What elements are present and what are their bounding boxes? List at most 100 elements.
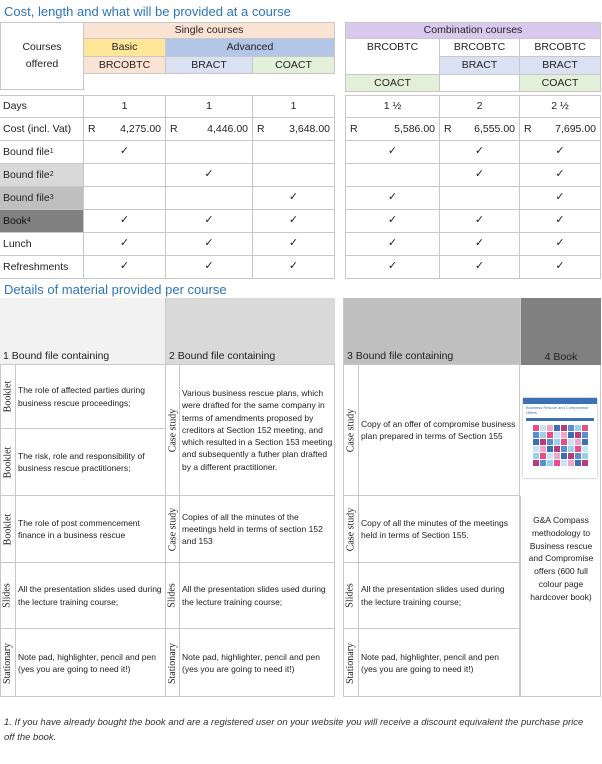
cover-tile (554, 438, 560, 445)
row-label-lunch: Lunch (0, 233, 84, 256)
currency-symbol: R (170, 122, 178, 135)
cost-value: 4,275.00 (120, 122, 161, 135)
label-slides-2: Slides (166, 563, 180, 629)
tick-refresh-bract: ✓ (166, 256, 253, 279)
tick-bf3-combo1: ✓ (345, 187, 440, 210)
cover-tile (547, 431, 553, 438)
label-booklet-1: Booklet (0, 365, 16, 429)
label-case-study-3a: Case study (343, 365, 359, 496)
empty-cell (440, 187, 520, 210)
cost-value: 4,446.00 (207, 122, 248, 135)
cover-tile (568, 445, 574, 452)
tick-lunch-basic: ✓ (84, 233, 166, 256)
tick-refresh-coact: ✓ (253, 256, 335, 279)
cover-tile (533, 445, 539, 452)
slides-text: Slides (167, 583, 179, 608)
cover-tile (568, 431, 574, 438)
cover-tile (547, 452, 553, 459)
c1-r3-text: The role of post commencement finance in… (16, 496, 166, 563)
book-cover-title: Business Rescue and Compromise Offers (526, 405, 589, 415)
combo2-code3 (440, 74, 520, 92)
c2-r3-text: Copies of all the minutes of the meeting… (180, 496, 335, 563)
empty-cell (84, 187, 166, 210)
label-slides-1: Slides (0, 563, 16, 629)
cover-tile (540, 424, 546, 431)
details-header-4: 4 Book (520, 298, 601, 365)
combo1-code3: COACT (345, 74, 440, 92)
cover-tile (568, 438, 574, 445)
tick-book-coact: ✓ (253, 210, 335, 233)
row-label-text: Bound file (3, 168, 50, 181)
cover-tile (533, 459, 539, 466)
tick-bf1-combo2: ✓ (440, 141, 520, 164)
booklet-text: Booklet (2, 513, 14, 545)
cover-tile (575, 424, 581, 431)
empty-cell (84, 164, 166, 187)
tick-refresh-combo2: ✓ (440, 256, 520, 279)
booklet-text: Booklet (2, 380, 14, 413)
tick-bf1-combo3: ✓ (520, 141, 601, 164)
days-combo3: 2 ½ (520, 95, 601, 118)
cover-tile (533, 431, 539, 438)
empty-cell (253, 164, 335, 187)
tick-refresh-combo1: ✓ (345, 256, 440, 279)
combo3-code2: BRACT (520, 56, 601, 74)
row-label-bound-file-1: Bound file 1 (0, 141, 84, 164)
label-stationary-3: Stationary (343, 629, 359, 697)
cover-tile (540, 452, 546, 459)
combo2-code2: BRACT (440, 56, 520, 74)
tick-book-combo2: ✓ (440, 210, 520, 233)
footnote: 1. If you have already bought the book a… (4, 717, 584, 744)
cover-tile (575, 431, 581, 438)
cover-tile (554, 459, 560, 466)
days-combo2: 2 (440, 95, 520, 118)
cover-tile (568, 452, 574, 459)
cover-tile (561, 438, 567, 445)
cost-combo3: R 7,695.00 (520, 118, 601, 141)
tick-lunch-bract: ✓ (166, 233, 253, 256)
empty-cell (345, 164, 440, 187)
stationary-text: Stationary (345, 642, 357, 684)
cover-tile (533, 438, 539, 445)
c1-r1-text: The role of affected parties during busi… (16, 365, 166, 429)
tick-book-combo3: ✓ (520, 210, 601, 233)
cover-tile (554, 452, 560, 459)
combo1-code1: BRCOBTC (345, 38, 440, 56)
tick-refresh-basic: ✓ (84, 256, 166, 279)
empty-cell (166, 141, 253, 164)
cost-value: 3,648.00 (289, 122, 330, 135)
label-slides-3: Slides (343, 563, 359, 629)
cover-tile (568, 424, 574, 431)
row-label-text: Bound file (3, 191, 50, 204)
cover-tile (540, 431, 546, 438)
advanced-header: Advanced (166, 38, 335, 56)
tick-bf3-combo3: ✓ (520, 187, 601, 210)
c3-r3-text: Copy of all the minutes of the meetings … (359, 496, 520, 563)
currency-symbol: R (88, 122, 96, 135)
label-case-study-2b: Case study (166, 496, 180, 563)
cost-value: 7,695.00 (555, 122, 596, 135)
tick-bf2-combo2: ✓ (440, 164, 520, 187)
days-coact: 1 (253, 95, 335, 118)
tick-book-basic: ✓ (84, 210, 166, 233)
cover-tile (554, 424, 560, 431)
c2-stationary-text: Note pad, highlighter, pencil and pen (y… (182, 651, 320, 674)
empty-cell (253, 141, 335, 164)
combination-courses-header: Combination courses (345, 22, 601, 38)
tick-lunch-combo2: ✓ (440, 233, 520, 256)
cost-coact: R 3,648.00 (253, 118, 335, 141)
book-cover-strip (526, 417, 594, 421)
tick-lunch-coact: ✓ (253, 233, 335, 256)
case-study-text: Case study (167, 507, 179, 551)
coact-code: COACT (253, 56, 335, 74)
cover-tile (561, 452, 567, 459)
label-case-study-3b: Case study (343, 496, 359, 563)
book-cover-graphic (533, 424, 588, 466)
c3-stationary-text: Note pad, highlighter, pencil and pen (y… (359, 629, 520, 697)
currency-symbol: R (524, 122, 532, 135)
row-label-text: Book (3, 214, 27, 227)
cover-tile (540, 445, 546, 452)
booklet-text: Booklet (2, 446, 14, 478)
book-description: G&A Compass methodology to Business resc… (520, 496, 601, 697)
cover-tile (547, 459, 553, 466)
